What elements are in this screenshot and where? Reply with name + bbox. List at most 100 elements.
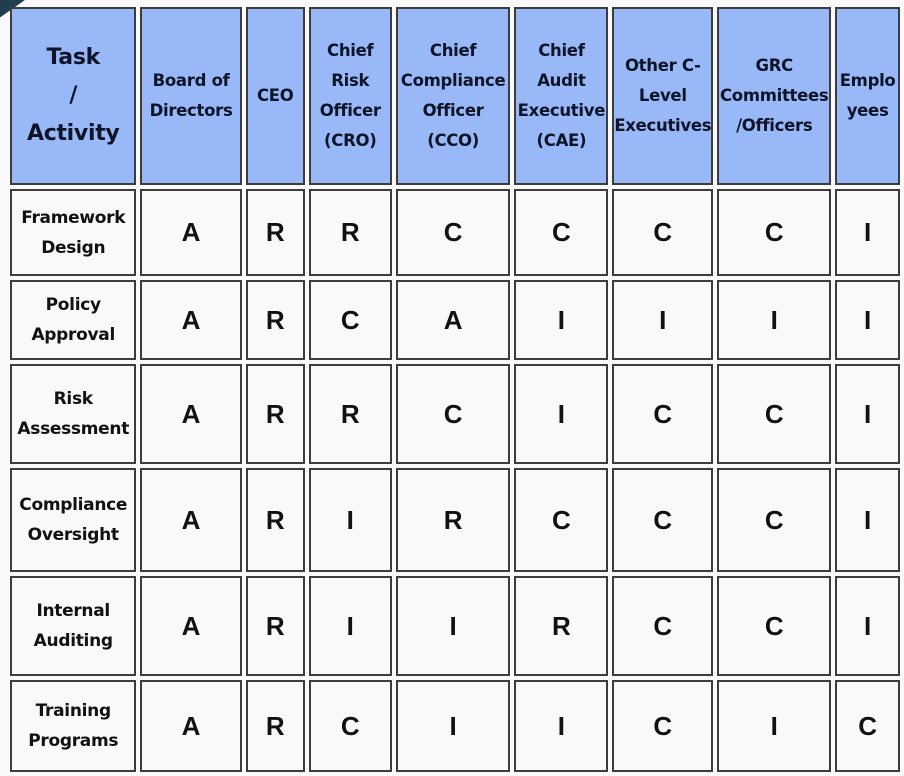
raci-cell-cro: R <box>308 364 392 464</box>
column-header-text: Chief <box>429 41 477 60</box>
raci-cell-employees: C <box>835 680 900 772</box>
column-header-text: Directors <box>149 101 233 120</box>
column-header-other_c_level: Other C- Level Executives <box>612 7 714 185</box>
column-header-text: Emplo <box>839 71 896 90</box>
table-row: Framework Design A R R C C C C I <box>10 189 900 276</box>
task-label: Programs <box>28 731 119 751</box>
task-label: Training <box>35 701 112 721</box>
column-header-task: Task / Activity <box>10 7 137 185</box>
raci-cell-board: A <box>140 576 242 676</box>
task-label: Assessment <box>17 419 130 439</box>
raci-cell-grc: C <box>717 468 832 572</box>
raci-matrix-table: Task / Activity Board of Directors CEO Chief Ri… <box>6 3 904 776</box>
raci-cell-board: A <box>140 280 242 360</box>
column-header-text: Risk <box>331 71 370 90</box>
raci-cell-cro: C <box>308 280 392 360</box>
raci-cell-cae: I <box>514 364 609 464</box>
raci-cell-other_c_level: C <box>612 189 714 276</box>
raci-cell-cro: I <box>308 576 392 676</box>
column-header-text: GRC <box>755 56 793 75</box>
task-cell: Training Programs <box>10 680 137 772</box>
raci-cell-employees: I <box>835 280 900 360</box>
column-header-text: Executives <box>614 116 712 135</box>
raci-cell-grc: I <box>717 680 832 772</box>
column-header-text: yees <box>846 101 889 120</box>
raci-cell-cco: R <box>395 468 511 572</box>
raci-cell-other_c_level: I <box>612 280 714 360</box>
raci-cell-cco: I <box>395 680 511 772</box>
column-header-text: Chief <box>327 41 374 60</box>
task-label: Oversight <box>27 525 119 545</box>
column-header-employees: Emplo yees <box>835 7 900 185</box>
table-row: Compliance Oversight A R I R C C C I <box>10 468 900 572</box>
column-header-text: (CCO) <box>427 131 480 150</box>
raci-cell-employees: I <box>835 576 900 676</box>
column-header-text: Level <box>638 86 687 105</box>
task-label: Compliance <box>19 495 128 515</box>
raci-cell-board: A <box>140 468 242 572</box>
raci-cell-employees: I <box>835 364 900 464</box>
column-header-text: Committees <box>719 86 829 105</box>
raci-cell-other_c_level: C <box>612 468 714 572</box>
raci-cell-grc: I <box>717 280 832 360</box>
header-row: Task / Activity Board of Directors CEO Chief Ri… <box>10 7 900 185</box>
column-header-grc: GRC Committees/Officers <box>717 7 832 185</box>
column-header-text: Activity <box>26 121 120 146</box>
raci-cell-cco: A <box>395 280 511 360</box>
raci-cell-employees: I <box>835 468 900 572</box>
task-cell: Framework Design <box>10 189 137 276</box>
raci-cell-cae: I <box>514 280 609 360</box>
raci-cell-ceo: R <box>245 189 305 276</box>
raci-cell-cae: I <box>514 680 609 772</box>
column-header-text: Board of <box>152 71 230 90</box>
task-label: Design <box>41 237 106 258</box>
column-header-board: Board of Directors <box>140 7 242 185</box>
column-header-text: (CRO) <box>324 131 377 150</box>
raci-cell-grc: C <box>717 364 832 464</box>
raci-cell-cae: C <box>514 468 609 572</box>
task-label: Internal <box>36 601 110 621</box>
raci-cell-cco: C <box>395 189 511 276</box>
raci-cell-other_c_level: C <box>612 576 714 676</box>
raci-cell-cae: C <box>514 189 609 276</box>
raci-cell-board: A <box>140 189 242 276</box>
raci-cell-board: A <box>140 680 242 772</box>
raci-cell-ceo: R <box>245 680 305 772</box>
column-header-ceo: CEO <box>245 7 305 185</box>
column-header-cae: Chief Audit Executive (CAE) <box>514 7 609 185</box>
task-cell: Compliance Oversight <box>10 468 137 572</box>
column-header-text: Compliance <box>400 71 506 90</box>
table-row: Risk Assessment A R R C I C C I <box>10 364 900 464</box>
raci-cell-ceo: R <box>245 576 305 676</box>
column-header-text: Officer <box>422 101 484 120</box>
raci-cell-cco: C <box>395 364 511 464</box>
raci-cell-cro: I <box>308 468 392 572</box>
raci-cell-cro: R <box>308 189 392 276</box>
column-header-text: /Officers <box>736 116 813 135</box>
raci-cell-cco: I <box>395 576 511 676</box>
column-header-text: / <box>69 83 78 108</box>
raci-cell-ceo: R <box>245 280 305 360</box>
table-row: Policy Approval A R C A I I I I <box>10 280 900 360</box>
task-label: Auditing <box>33 631 113 651</box>
task-label: Risk <box>53 389 93 409</box>
table-row: Internal Auditing A R I I R C C I <box>10 576 900 676</box>
task-cell: Risk Assessment <box>10 364 137 464</box>
raci-cell-grc: C <box>717 576 832 676</box>
column-header-text: Officer <box>319 101 381 120</box>
raci-cell-employees: I <box>835 189 900 276</box>
raci-cell-grc: C <box>717 189 832 276</box>
table-body: Framework Design A R R C C C C I Policy Approval A R C… <box>10 189 900 772</box>
raci-cell-other_c_level: C <box>612 680 714 772</box>
column-header-text: Other C- <box>624 56 701 75</box>
column-header-text: CEO <box>256 86 294 105</box>
task-cell: Internal Auditing <box>10 576 137 676</box>
table-row: Training Programs A R C I I C I C <box>10 680 900 772</box>
raci-cell-board: A <box>140 364 242 464</box>
raci-cell-other_c_level: C <box>612 364 714 464</box>
column-header-cro: Chief Risk Officer (CRO) <box>308 7 392 185</box>
column-header-cco: Chief Compliance Officer (CCO) <box>395 7 511 185</box>
column-header-text: Chief <box>538 41 585 60</box>
task-label: Policy <box>45 295 101 315</box>
task-label: Approval <box>31 325 115 345</box>
